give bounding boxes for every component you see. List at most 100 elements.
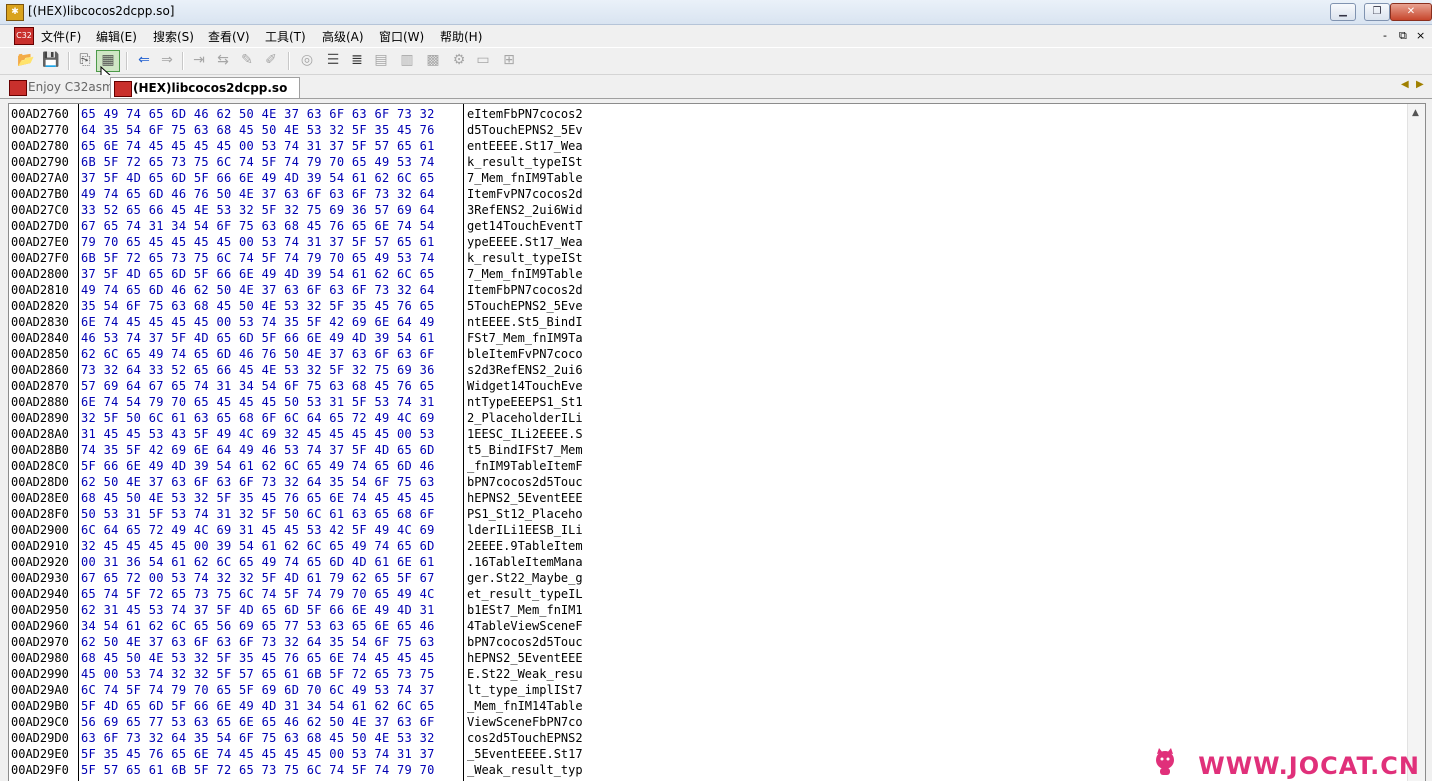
- hex-ascii[interactable]: _Mem_fnIM14Table: [467, 698, 607, 714]
- hex-bytes[interactable]: 46 53 74 37 5F 4D 65 6D 5F 66 6E 49 4D 3…: [81, 330, 463, 346]
- hex-ascii[interactable]: ItemFvPN7cocos2d: [467, 186, 607, 202]
- hex-ascii[interactable]: t5_BindIFSt7_Mem: [467, 442, 607, 458]
- hex-bytes[interactable]: 56 69 65 77 53 63 65 6E 65 46 62 50 4E 3…: [81, 714, 463, 730]
- hex-ascii[interactable]: k_result_typeISt: [467, 250, 607, 266]
- tab-scroll-right-icon[interactable]: ▶: [1416, 79, 1424, 90]
- hex-bytes[interactable]: 57 69 64 67 65 74 31 34 54 6F 75 63 68 4…: [81, 378, 463, 394]
- grid-icon[interactable]: ▩: [424, 51, 442, 69]
- bookmark-icon[interactable]: ◎: [298, 51, 316, 69]
- hex-bytes[interactable]: 79 70 65 45 45 45 45 00 53 74 31 37 5F 5…: [81, 234, 463, 250]
- hex-ascii[interactable]: Widget14TouchEve: [467, 378, 607, 394]
- hex-bytes[interactable]: 6B 5F 72 65 73 75 6C 74 5F 74 79 70 65 4…: [81, 154, 463, 170]
- hex-ascii[interactable]: 5TouchEPNS2_5Eve: [467, 298, 607, 314]
- hex-ascii[interactable]: ypeEEEE.St17_Wea: [467, 234, 607, 250]
- hex-ascii[interactable]: 2_PlaceholderILi: [467, 410, 607, 426]
- hex-ascii[interactable]: bleItemFvPN7coco: [467, 346, 607, 362]
- hex-ascii[interactable]: 7_Mem_fnIM9Table: [467, 170, 607, 186]
- hex-ascii[interactable]: lt_type_implISt7: [467, 682, 607, 698]
- scroll-up-icon[interactable]: ▲: [1412, 108, 1419, 118]
- restore-button[interactable]: ❐: [1364, 3, 1390, 21]
- list-icon[interactable]: ☰: [324, 51, 342, 69]
- mdi-close-button[interactable]: ×: [1416, 29, 1425, 42]
- hex-bytes[interactable]: 5F 35 45 76 65 6E 74 45 45 45 45 00 53 7…: [81, 746, 463, 762]
- hex-ascii[interactable]: E.St22_Weak_resu: [467, 666, 607, 682]
- menu-edit[interactable]: 编辑(E): [96, 28, 137, 45]
- hex-ascii[interactable]: FSt7_Mem_fnIM9Ta: [467, 330, 607, 346]
- hex-ascii[interactable]: ItemFbPN7cocos2d: [467, 282, 607, 298]
- hex-ascii[interactable]: _Weak_result_typ: [467, 762, 607, 778]
- hex-bytes[interactable]: 62 31 45 53 74 37 5F 4D 65 6D 5F 66 6E 4…: [81, 602, 463, 618]
- layout-icon[interactable]: ⊞: [500, 51, 518, 69]
- goto-icon[interactable]: ⇥: [190, 51, 208, 69]
- menu-view[interactable]: 查看(V): [208, 28, 250, 45]
- hex-ascii[interactable]: bPN7cocos2d5Touc: [467, 634, 607, 650]
- find-icon[interactable]: ⇆: [214, 51, 232, 69]
- fill-icon[interactable]: ▥: [398, 51, 416, 69]
- hex-bytes[interactable]: 67 65 74 31 34 54 6F 75 63 68 45 76 65 6…: [81, 218, 463, 234]
- menu-search[interactable]: 搜索(S): [153, 28, 194, 45]
- mdi-minimize-button[interactable]: -: [1383, 29, 1387, 42]
- copy-icon[interactable]: ⎘: [76, 51, 94, 69]
- hex-ascii[interactable]: bPN7cocos2d5Touc: [467, 474, 607, 490]
- hex-bytes[interactable]: 67 65 72 00 53 74 32 32 5F 4D 61 79 62 6…: [81, 570, 463, 586]
- hex-bytes[interactable]: 62 50 4E 37 63 6F 63 6F 73 32 64 35 54 6…: [81, 474, 463, 490]
- vertical-scrollbar[interactable]: ▲: [1407, 104, 1425, 781]
- hex-ascii[interactable]: b1ESt7_Mem_fnIM1: [467, 602, 607, 618]
- hex-bytes[interactable]: 6C 74 5F 74 79 70 65 5F 69 6D 70 6C 49 5…: [81, 682, 463, 698]
- hex-bytes[interactable]: 5F 66 6E 49 4D 39 54 61 62 6C 65 49 74 6…: [81, 458, 463, 474]
- tab-scroll-left-icon[interactable]: ◀: [1401, 79, 1409, 90]
- hex-ascii[interactable]: PS1_St12_Placeho: [467, 506, 607, 522]
- close-button[interactable]: ✕: [1390, 3, 1432, 21]
- hex-ascii[interactable]: 7_Mem_fnIM9Table: [467, 266, 607, 282]
- hex-bytes[interactable]: 49 74 65 6D 46 62 50 4E 37 63 6F 63 6F 7…: [81, 282, 463, 298]
- hex-bytes[interactable]: 37 5F 4D 65 6D 5F 66 6E 49 4D 39 54 61 6…: [81, 266, 463, 282]
- replace-icon[interactable]: ✐: [262, 51, 280, 69]
- hex-ascii[interactable]: 4TableViewSceneF: [467, 618, 607, 634]
- hex-bytes[interactable]: 6E 74 54 79 70 65 45 45 45 50 53 31 5F 5…: [81, 394, 463, 410]
- hex-ascii[interactable]: k_result_typeISt: [467, 154, 607, 170]
- back-arrow-icon[interactable]: ⇐: [135, 51, 153, 69]
- hex-bytes[interactable]: 32 45 45 45 45 00 39 54 61 62 6C 65 49 7…: [81, 538, 463, 554]
- hex-bytes[interactable]: 6E 74 45 45 45 45 00 53 74 35 5F 42 69 6…: [81, 314, 463, 330]
- hex-bytes[interactable]: 32 5F 50 6C 61 63 65 68 6F 6C 64 65 72 4…: [81, 410, 463, 426]
- hex-bytes[interactable]: 00 31 36 54 61 62 6C 65 49 74 65 6D 4D 6…: [81, 554, 463, 570]
- hex-bytes[interactable]: 74 35 5F 42 69 6E 64 49 46 53 74 37 5F 4…: [81, 442, 463, 458]
- hex-ascii[interactable]: _fnIM9TableItemF: [467, 458, 607, 474]
- app-icon[interactable]: ✱: [6, 4, 24, 21]
- hex-bytes[interactable]: 68 45 50 4E 53 32 5F 35 45 76 65 6E 74 4…: [81, 650, 463, 666]
- hex-ascii[interactable]: entEEEE.St17_Wea: [467, 138, 607, 154]
- menu-window[interactable]: 窗口(W): [379, 28, 424, 45]
- hex-ascii[interactable]: hEPNS2_5EventEEE: [467, 490, 607, 506]
- hex-ascii[interactable]: 2EEEE.9TableItem: [467, 538, 607, 554]
- find-next-icon[interactable]: ✎: [238, 51, 256, 69]
- hex-ascii[interactable]: .16TableItemMana: [467, 554, 607, 570]
- hex-ascii[interactable]: cos2d5TouchEPNS2: [467, 730, 607, 746]
- hex-ascii[interactable]: ger.St22_Maybe_g: [467, 570, 607, 586]
- hex-ascii[interactable]: hEPNS2_5EventEEE: [467, 650, 607, 666]
- hex-ascii[interactable]: eItemFbPN7cocos2: [467, 106, 607, 122]
- block-select-icon[interactable]: ▤: [372, 51, 390, 69]
- hex-editor[interactable]: 00AD2760 65 49 74 65 6D 46 62 50 4E 37 63…: [8, 103, 1426, 781]
- hex-bytes[interactable]: 64 35 54 6F 75 63 68 45 50 4E 53 32 5F 3…: [81, 122, 463, 138]
- hex-bytes[interactable]: 5F 4D 65 6D 5F 66 6E 49 4D 31 34 54 61 6…: [81, 698, 463, 714]
- save-icon[interactable]: 💾: [42, 51, 60, 69]
- hex-bytes[interactable]: 6B 5F 72 65 73 75 6C 74 5F 74 79 70 65 4…: [81, 250, 463, 266]
- document-icon[interactable]: C32: [14, 27, 34, 45]
- hex-ascii[interactable]: lderILi1EESB_ILi: [467, 522, 607, 538]
- hex-ascii[interactable]: d5TouchEPNS2_5Ev: [467, 122, 607, 138]
- hex-bytes[interactable]: 5F 57 65 61 6B 5F 72 65 73 75 6C 74 5F 7…: [81, 762, 463, 778]
- hex-bytes[interactable]: 31 45 45 53 43 5F 49 4C 69 32 45 45 45 4…: [81, 426, 463, 442]
- forward-arrow-icon[interactable]: ⇒: [158, 51, 176, 69]
- hex-bytes[interactable]: 45 00 53 74 32 32 5F 57 65 61 6B 5F 72 6…: [81, 666, 463, 682]
- hex-ascii[interactable]: s2d3RefENS2_2ui6: [467, 362, 607, 378]
- hex-ascii[interactable]: _5EventEEEE.St17: [467, 746, 607, 762]
- hex-ascii[interactable]: 1EESC_ILi2EEEE.S: [467, 426, 607, 442]
- tab-hex-file[interactable]: (HEX)libcocos2dcpp.so: [110, 77, 300, 98]
- menu-file[interactable]: 文件(F): [41, 28, 81, 45]
- hex-bytes[interactable]: 62 50 4E 37 63 6F 63 6F 73 32 64 35 54 6…: [81, 634, 463, 650]
- open-folder-icon[interactable]: 📂: [17, 51, 35, 69]
- hex-bytes[interactable]: 65 6E 74 45 45 45 45 00 53 74 31 37 5F 5…: [81, 138, 463, 154]
- hex-bytes[interactable]: 33 52 65 66 45 4E 53 32 5F 32 75 69 36 5…: [81, 202, 463, 218]
- hex-bytes[interactable]: 65 49 74 65 6D 46 62 50 4E 37 63 6F 63 6…: [81, 106, 463, 122]
- hex-bytes[interactable]: 62 6C 65 49 74 65 6D 46 76 50 4E 37 63 6…: [81, 346, 463, 362]
